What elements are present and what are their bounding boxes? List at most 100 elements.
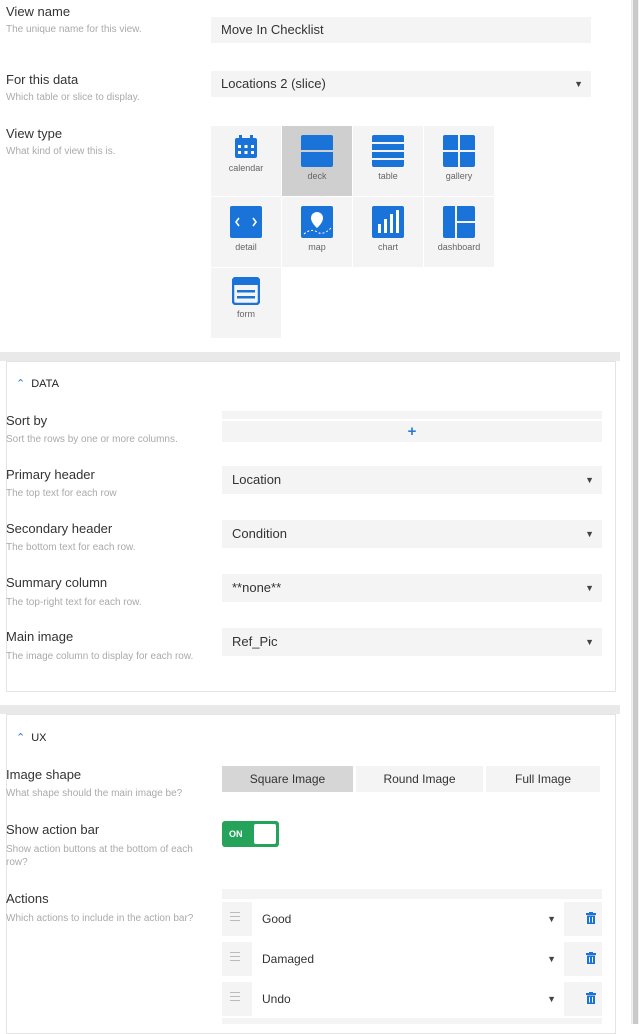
view-type-calendar[interactable]: calendar [211, 126, 281, 196]
trash-icon[interactable] [586, 992, 596, 1004]
show-action-bar-toggle[interactable]: ON [222, 821, 279, 847]
view-type-label-calendar: calendar [228, 163, 264, 173]
show-action-bar-hint: Show action buttons at the bottom of eac… [6, 844, 193, 868]
detail-icon [230, 206, 262, 238]
chevron-down-icon: ▼ [585, 529, 594, 539]
dashboard-icon [443, 206, 475, 238]
view-type-label: View type [6, 126, 63, 141]
primary-header-value: Location [232, 472, 282, 487]
secondary-header-select[interactable]: Condition ▼ [222, 520, 602, 548]
trash-icon[interactable] [586, 912, 596, 924]
calendar-icon [235, 135, 257, 158]
view-type-gallery[interactable]: gallery [424, 126, 494, 196]
view-type-dashboard[interactable]: dashboard [424, 197, 494, 267]
for-this-data-hint: Which table or slice to display. [6, 92, 140, 103]
sort-by-add-button[interactable]: + [222, 421, 602, 442]
sort-by-hint: Sort the rows by one or more columns. [6, 434, 178, 445]
ux-section-title: UX [31, 732, 47, 744]
ux-section-header[interactable]: ⌃ UX [16, 731, 47, 744]
view-name-input[interactable]: Move In Checklist [211, 17, 591, 43]
primary-header-label: Primary header [6, 467, 95, 482]
action-select[interactable]: Good ▼ [252, 902, 564, 936]
view-type-detail[interactable]: detail [211, 197, 281, 267]
view-name-label: View name [6, 4, 71, 19]
section-divider [0, 352, 620, 361]
trash-icon[interactable] [586, 952, 596, 964]
main-image-select[interactable]: Ref_Pic ▼ [222, 628, 602, 656]
action-row: Good ▼ [222, 902, 602, 936]
secondary-header-hint: The bottom text for each row. [6, 542, 136, 553]
chevron-down-icon: ▼ [585, 637, 594, 647]
view-type-deck[interactable]: deck [282, 126, 352, 196]
secondary-header-value: Condition [232, 526, 287, 541]
drag-handle-icon[interactable] [230, 952, 240, 964]
section-divider [0, 705, 620, 714]
main-image-value: Ref_Pic [232, 634, 278, 649]
form-icon [232, 277, 260, 305]
data-section-title: DATA [31, 378, 59, 390]
actions-hint: Which actions to include in the action b… [6, 913, 194, 924]
action-row: Undo ▼ [222, 982, 602, 1016]
summary-column-select[interactable]: **none** ▼ [222, 574, 602, 602]
chevron-up-icon: ⌃ [16, 732, 26, 744]
view-type-label-chart: chart [377, 242, 398, 252]
action-value: Damaged [262, 952, 315, 966]
for-this-data-label: For this data [6, 72, 79, 87]
view-type-form[interactable]: form [211, 268, 281, 338]
map-icon [301, 206, 333, 238]
scrollbar-track[interactable] [631, 0, 639, 1024]
primary-header-select[interactable]: Location ▼ [222, 466, 602, 494]
summary-column-value: **none** [232, 580, 282, 595]
chevron-down-icon: ▼ [547, 954, 556, 964]
action-select[interactable]: Damaged ▼ [252, 942, 564, 976]
view-type-label-deck: deck [307, 171, 327, 181]
chevron-down-icon: ▼ [574, 79, 583, 89]
view-type-map[interactable]: map [282, 197, 352, 267]
show-action-bar-label: Show action bar [6, 822, 100, 837]
actions-label: Actions [6, 891, 49, 906]
main-image-hint: The image column to display for each row… [6, 651, 194, 662]
drag-handle-icon[interactable] [230, 912, 240, 924]
view-name-hint: The unique name for this view. [6, 24, 142, 35]
action-select[interactable]: Undo ▼ [252, 982, 564, 1016]
actions-list [222, 889, 602, 899]
sort-by-label: Sort by [6, 413, 48, 428]
table-icon [372, 135, 404, 167]
image-shape-hint: What shape should the main image be? [6, 788, 183, 799]
view-type-hint: What kind of view this is. [6, 146, 116, 157]
chevron-down-icon: ▼ [547, 914, 556, 924]
image-shape-label: Image shape [6, 767, 82, 782]
view-type-label-table: table [378, 171, 398, 181]
image-shape-full-button[interactable]: Full Image [486, 766, 600, 792]
chevron-down-icon: ▼ [585, 583, 594, 593]
chart-icon [372, 206, 404, 238]
action-row: Damaged ▼ [222, 942, 602, 976]
image-shape-square-button[interactable]: Square Image [222, 766, 353, 792]
drag-handle-icon[interactable] [230, 992, 240, 1004]
chevron-down-icon: ▼ [547, 994, 556, 1004]
summary-column-hint: The top-right text for each row. [6, 597, 142, 608]
sort-by-list [222, 411, 602, 419]
gallery-icon [443, 135, 475, 167]
scrollbar-thumb[interactable] [633, 0, 638, 1024]
for-this-data-select[interactable]: Locations 2 (slice) ▼ [211, 71, 591, 97]
image-shape-round-button[interactable]: Round Image [356, 766, 483, 792]
chevron-down-icon: ▼ [585, 475, 594, 485]
view-type-label-form: form [237, 309, 255, 319]
view-type-label-dashboard: dashboard [437, 242, 481, 252]
for-this-data-value: Locations 2 (slice) [221, 76, 326, 91]
view-type-table[interactable]: table [353, 126, 423, 196]
primary-header-hint: The top text for each row [6, 488, 117, 499]
action-value: Undo [262, 992, 291, 1006]
action-value: Good [262, 912, 292, 926]
view-type-label-gallery: gallery [445, 171, 473, 181]
view-type-chart[interactable]: chart [353, 197, 423, 267]
view-type-label-map: map [308, 242, 326, 252]
toggle-state: ON [229, 829, 243, 839]
data-section-header[interactable]: ⌃ DATA [16, 377, 59, 390]
toggle-knob [254, 824, 276, 844]
deck-icon [301, 135, 333, 167]
chevron-up-icon: ⌃ [16, 378, 26, 390]
summary-column-label: Summary column [6, 575, 108, 590]
view-type-label-detail: detail [235, 242, 257, 252]
